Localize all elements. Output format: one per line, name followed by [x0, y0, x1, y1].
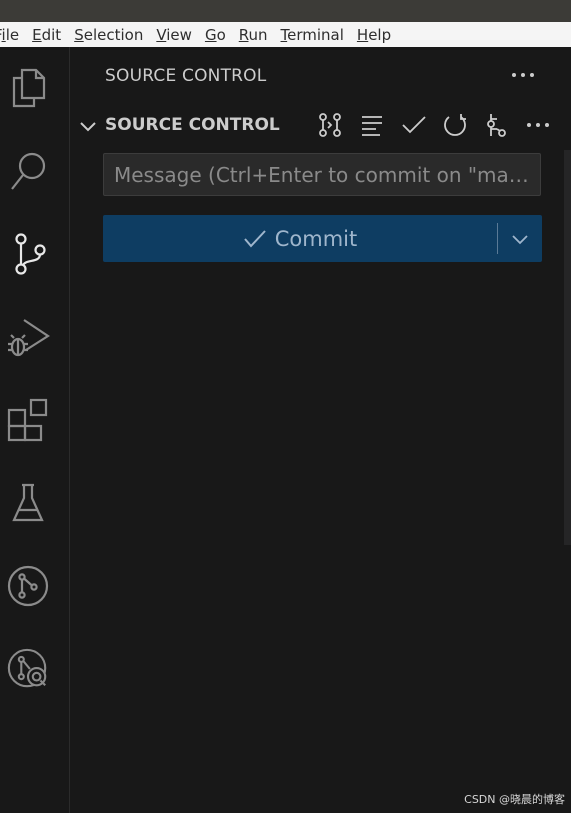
section-title: SOURCE CONTROL: [105, 115, 280, 135]
menu-view[interactable]: View: [156, 26, 192, 44]
activity-extensions[interactable]: [6, 396, 50, 444]
activity-bar: [0, 47, 70, 813]
commit-message-input[interactable]: [103, 153, 541, 196]
activity-gitlens-inspect[interactable]: [6, 645, 50, 693]
files-icon: [12, 68, 46, 108]
activity-source-control[interactable]: [6, 230, 50, 278]
activity-search[interactable]: [6, 147, 50, 195]
commit-button[interactable]: Commit: [103, 215, 542, 262]
commit-check-button[interactable]: [400, 111, 428, 139]
commit-main-action[interactable]: Commit: [103, 215, 497, 262]
check-icon: [243, 229, 266, 247]
menu-go[interactable]: Go: [205, 26, 226, 44]
view-as-list-button[interactable]: [358, 111, 386, 139]
commit-button-label: Commit: [274, 226, 358, 251]
activity-testing[interactable]: [6, 479, 50, 527]
compare-changes-icon: [319, 113, 341, 137]
menu-terminal[interactable]: Terminal: [281, 26, 344, 44]
refresh-button[interactable]: [441, 111, 469, 139]
commit-check-icon: [402, 116, 426, 134]
branch-graph-icon: [487, 114, 506, 137]
view-as-list-icon: [362, 116, 382, 136]
menu-edit[interactable]: Edit: [32, 26, 61, 44]
testing-icon: [12, 483, 44, 522]
menu-help[interactable]: Help: [357, 26, 391, 44]
sidebar-more-actions[interactable]: [510, 65, 536, 89]
gitlens-inspect-icon: [7, 648, 47, 688]
activity-explorer[interactable]: [6, 64, 50, 112]
source-control-sidebar: SOURCE CONTROL SOURCE CONTROL Message (C…: [70, 47, 571, 813]
more-actions-icon: [527, 123, 549, 127]
source-control-section-header[interactable]: SOURCE CONTROL: [70, 107, 571, 143]
watermark: CSDN @晓晨的博客: [464, 793, 565, 806]
source-control-icon: [15, 233, 46, 275]
chevron-down-icon: [512, 234, 528, 244]
menu-run[interactable]: Run: [239, 26, 268, 44]
extensions-icon: [7, 398, 48, 442]
refresh-icon: [444, 114, 466, 136]
activity-run-debug[interactable]: [6, 313, 50, 361]
compare-changes-button[interactable]: [316, 111, 344, 139]
activity-git-graph[interactable]: [6, 562, 50, 610]
commit-dropdown-button[interactable]: [498, 215, 542, 262]
search-icon: [11, 152, 46, 190]
menu-file[interactable]: File: [0, 26, 19, 44]
git-graph-icon: [7, 565, 49, 607]
more-actions-icon: [512, 73, 534, 77]
section-more-actions[interactable]: [524, 111, 552, 139]
chevron-down-icon[interactable]: [79, 118, 97, 137]
scrollbar-track[interactable]: [564, 150, 571, 545]
run-debug-icon: [8, 319, 50, 357]
menu-selection[interactable]: Selection: [74, 26, 143, 44]
sidebar-title: SOURCE CONTROL: [105, 66, 267, 86]
window-title-bar: [0, 0, 571, 22]
branch-graph-button[interactable]: [482, 111, 510, 139]
menu-bar: File Edit Selection View Go Run Terminal…: [0, 22, 571, 48]
